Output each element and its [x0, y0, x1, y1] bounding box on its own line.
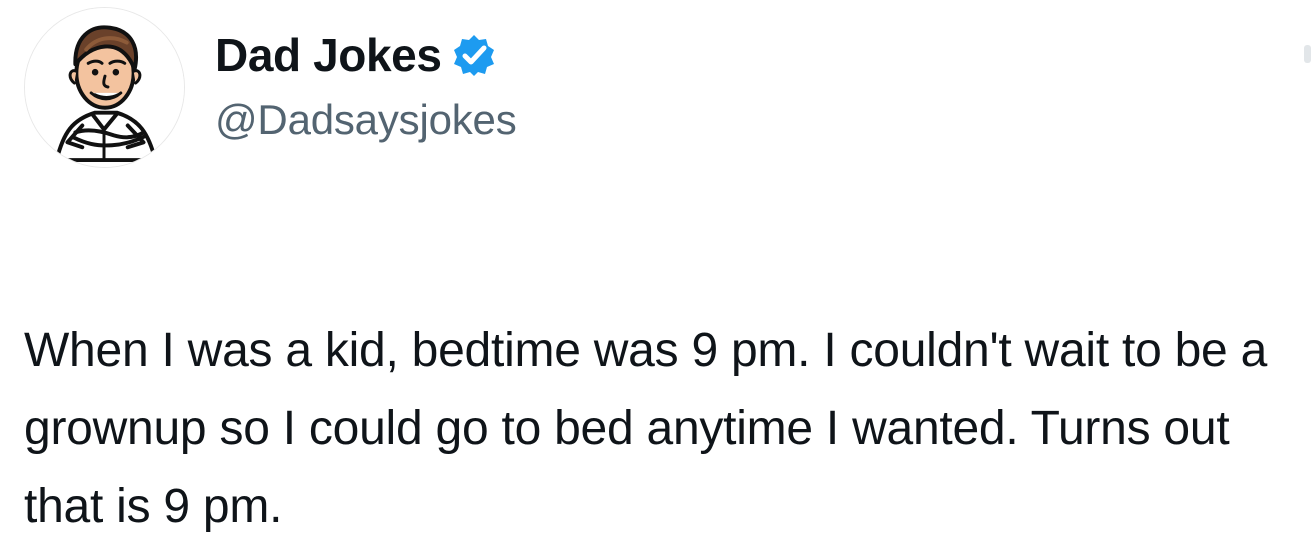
author-avatar[interactable]: [24, 7, 185, 168]
tweet-text: When I was a kid, bedtime was 9 pm. I co…: [24, 324, 1268, 533]
author-display-name[interactable]: Dad Jokes: [215, 32, 442, 78]
scroll-edge-indicator: [1304, 45, 1311, 63]
tweet-author-info: Dad Jokes @Dadsaysjokes: [215, 24, 915, 164]
tweet-card: Dad Jokes @Dadsaysjokes When I was a kid…: [0, 0, 1311, 533]
author-name-row: Dad Jokes: [215, 24, 915, 86]
verified-badge-icon: [452, 33, 496, 77]
dad-avatar-icon: [25, 8, 184, 167]
author-handle[interactable]: @Dadsaysjokes: [215, 99, 915, 141]
